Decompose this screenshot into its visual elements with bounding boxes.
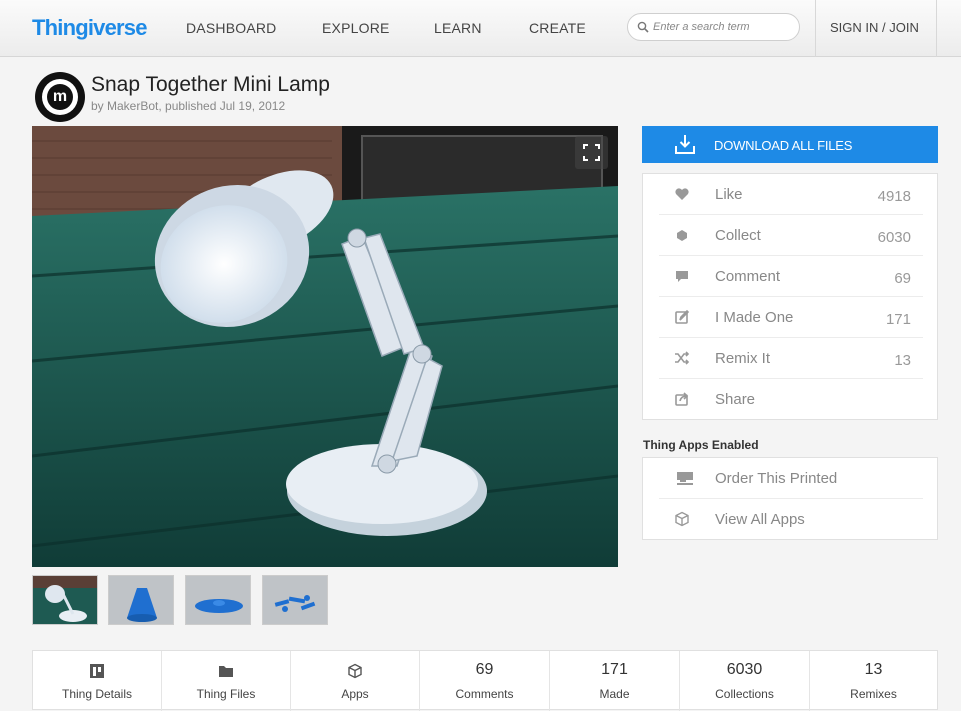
view-all-apps-label: View All Apps <box>715 511 805 528</box>
order-printed-link[interactable]: Order This Printed <box>659 458 923 499</box>
tab-collections[interactable]: 6030 Collections <box>680 651 810 711</box>
thing-byline: by MakerBot, published Jul 19, 2012 <box>91 99 286 113</box>
search-box[interactable] <box>627 13 800 41</box>
made-label: I Made One <box>715 309 794 326</box>
remix-icon <box>675 351 690 365</box>
remix-label: Remix It <box>715 350 771 367</box>
tab-label: Remixes <box>850 687 897 701</box>
heart-icon <box>675 188 689 200</box>
thumbnail-3[interactable] <box>185 575 251 625</box>
nav-create[interactable]: CREATE <box>529 20 586 36</box>
made-action[interactable]: I Made One 171 <box>659 297 923 338</box>
like-label: Like <box>715 186 743 203</box>
tab-label: Collections <box>715 687 774 701</box>
tab-label: Made <box>599 687 630 701</box>
thing-apps-panel: Order This Printed View All Apps <box>642 457 938 540</box>
thumbnail-parts-image <box>263 576 327 624</box>
tab-label: Comments <box>455 687 514 701</box>
tab-thing-details[interactable]: Thing Details <box>33 651 162 711</box>
signin-link[interactable]: SIGN IN / JOIN <box>830 20 919 35</box>
thing-actions-panel: Like 4918 Collect 6030 Comment 69 I Made… <box>642 173 938 420</box>
made-icon <box>675 309 690 324</box>
thingiverse-logo[interactable]: Thingiverse <box>32 15 147 41</box>
collect-label: Collect <box>715 227 761 244</box>
tab-thing-files[interactable]: Thing Files <box>162 651 291 711</box>
share-label: Share <box>715 391 756 408</box>
thing-title: Snap Together Mini Lamp <box>91 73 330 96</box>
tab-remixes[interactable]: 13 Remixes <box>810 651 937 711</box>
share-icon <box>675 392 689 406</box>
thing-files-icon <box>219 666 233 677</box>
collections-count: 6030 <box>726 661 763 678</box>
thumbnail-2[interactable] <box>108 575 174 625</box>
thumbnail-1[interactable] <box>32 575 98 625</box>
avatar-letter: m <box>47 84 73 110</box>
search-icon <box>637 21 649 33</box>
made-count: 171 <box>601 661 628 678</box>
signin-container: SIGN IN / JOIN <box>815 0 937 57</box>
order-printed-label: Order This Printed <box>715 470 838 487</box>
creator-avatar[interactable]: m <box>35 72 85 122</box>
download-icon <box>675 135 695 154</box>
made-count: 171 <box>885 311 911 328</box>
like-count: 4918 <box>877 188 911 205</box>
tab-label: Apps <box>341 687 369 701</box>
tab-label: Thing Files <box>196 687 256 701</box>
tab-comments[interactable]: 69 Comments <box>420 651 550 711</box>
lamp-photo <box>32 126 618 567</box>
like-action[interactable]: Like 4918 <box>659 174 923 215</box>
remixes-count: 13 <box>864 661 883 678</box>
search-input[interactable] <box>653 18 793 36</box>
collect-count: 6030 <box>877 229 911 246</box>
thumbnail-shade-image <box>109 576 173 624</box>
main-thing-image[interactable] <box>32 126 618 567</box>
thumbnail-lamp-image <box>33 576 97 624</box>
comment-label: Comment <box>715 268 781 285</box>
nav-explore[interactable]: EXPLORE <box>322 20 390 36</box>
download-label: DOWNLOAD ALL FILES <box>714 138 853 153</box>
tab-apps[interactable]: Apps <box>291 651 420 711</box>
remix-action[interactable]: Remix It 13 <box>659 338 923 379</box>
comments-count: 69 <box>475 661 494 678</box>
remix-count: 13 <box>894 352 911 369</box>
thing-tabs-bar: Thing Details Thing Files Apps 69 Commen… <box>32 650 938 711</box>
nav-learn[interactable]: LEARN <box>434 20 482 36</box>
collect-action[interactable]: Collect 6030 <box>659 215 923 256</box>
collect-icon <box>677 230 687 241</box>
tab-made[interactable]: 171 Made <box>550 651 680 711</box>
download-all-files-button[interactable]: DOWNLOAD ALL FILES <box>642 126 938 163</box>
comment-action[interactable]: Comment 69 <box>659 256 923 297</box>
share-action[interactable]: Share <box>659 379 923 420</box>
thing-apps-heading: Thing Apps Enabled <box>643 438 759 452</box>
tab-label: Thing Details <box>61 687 133 701</box>
thumbnail-4[interactable] <box>262 575 328 625</box>
expand-image-button[interactable] <box>575 136 608 169</box>
comment-icon <box>676 271 688 282</box>
top-navigation-bar: Thingiverse DASHBOARD EXPLORE LEARN CREA… <box>0 0 961 57</box>
comment-count: 69 <box>894 270 911 287</box>
cube-icon <box>675 511 689 527</box>
thumbnail-base-image <box>186 576 250 624</box>
view-all-apps-link[interactable]: View All Apps <box>659 499 923 540</box>
expand-icon <box>583 144 600 161</box>
printer-icon <box>677 472 693 485</box>
apps-icon <box>348 663 362 679</box>
thing-details-icon <box>90 664 104 678</box>
nav-dashboard[interactable]: DASHBOARD <box>186 20 276 36</box>
